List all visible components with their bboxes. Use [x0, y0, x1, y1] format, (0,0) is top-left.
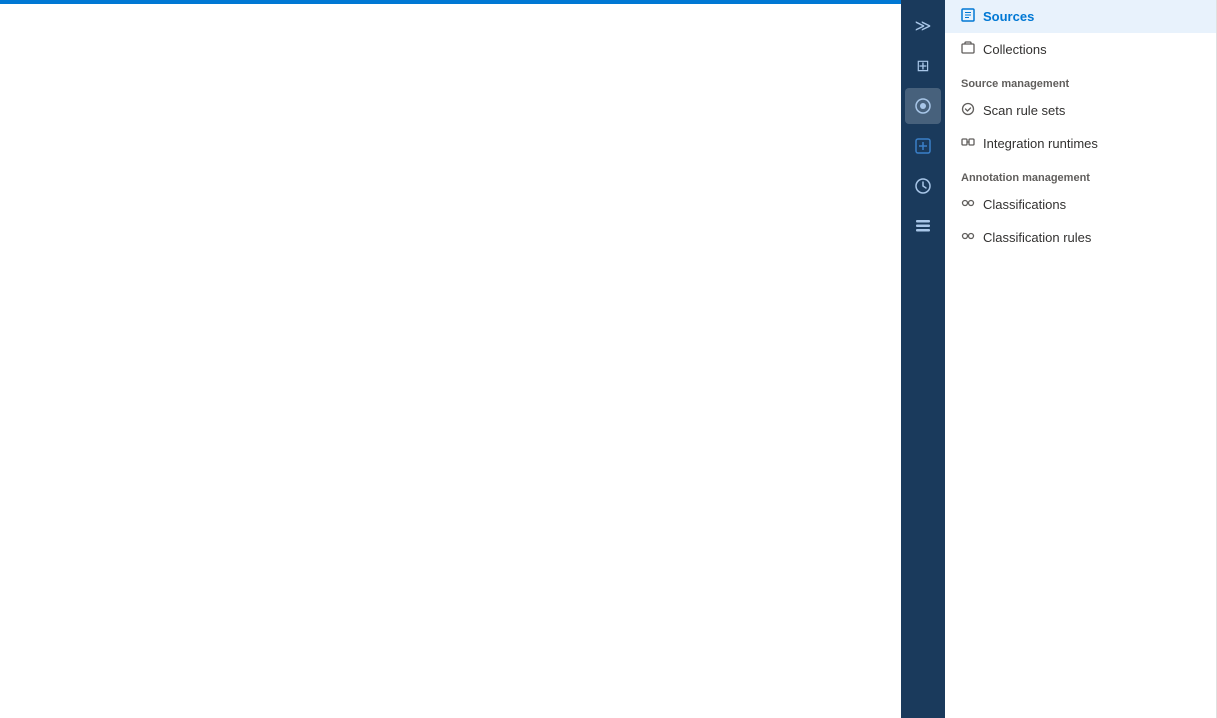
collections-label: Collections — [983, 42, 1047, 57]
annotation-management-header: Annotation management — [945, 160, 1216, 188]
sidebar-item-sources[interactable]: Sources — [945, 0, 1216, 33]
sidebar-item-classifications[interactable]: Classifications — [945, 188, 1216, 221]
sidebar-item-collections[interactable]: Collections — [945, 33, 1216, 66]
classification-rules-label: Classification rules — [983, 230, 1091, 245]
source-management-header: Source management — [945, 66, 1216, 94]
integration-runtimes-label: Integration runtimes — [983, 136, 1098, 151]
catalog-icon[interactable] — [905, 88, 941, 124]
sidebar-item-integration-runtimes[interactable]: Integration runtimes — [945, 127, 1216, 160]
collections-icon — [961, 41, 975, 58]
scan-rule-sets-label: Scan rule sets — [983, 103, 1065, 118]
scan-icon[interactable] — [905, 128, 941, 164]
sources-label: Sources — [983, 9, 1034, 24]
sidebar: Sources Collections Source management Sc… — [945, 0, 1217, 718]
sidebar-item-classification-rules[interactable]: Classification rules — [945, 221, 1216, 254]
integration-runtimes-icon — [961, 135, 975, 152]
top-bar — [0, 0, 901, 4]
home-icon[interactable]: ⊞ — [905, 48, 941, 84]
expand-collapse-icon[interactable]: ≫ — [905, 8, 941, 44]
classification-rules-icon — [961, 229, 975, 246]
scan-rule-sets-icon — [961, 102, 975, 119]
sidebar-item-scan-rule-sets[interactable]: Scan rule sets — [945, 94, 1216, 127]
classifications-icon — [961, 196, 975, 213]
classifications-label: Classifications — [983, 197, 1066, 212]
sources-icon — [961, 8, 975, 25]
icon-bar: ≫ ⊞ — [901, 0, 945, 718]
insights-icon[interactable] — [905, 168, 941, 204]
manage-icon[interactable] — [905, 208, 941, 244]
